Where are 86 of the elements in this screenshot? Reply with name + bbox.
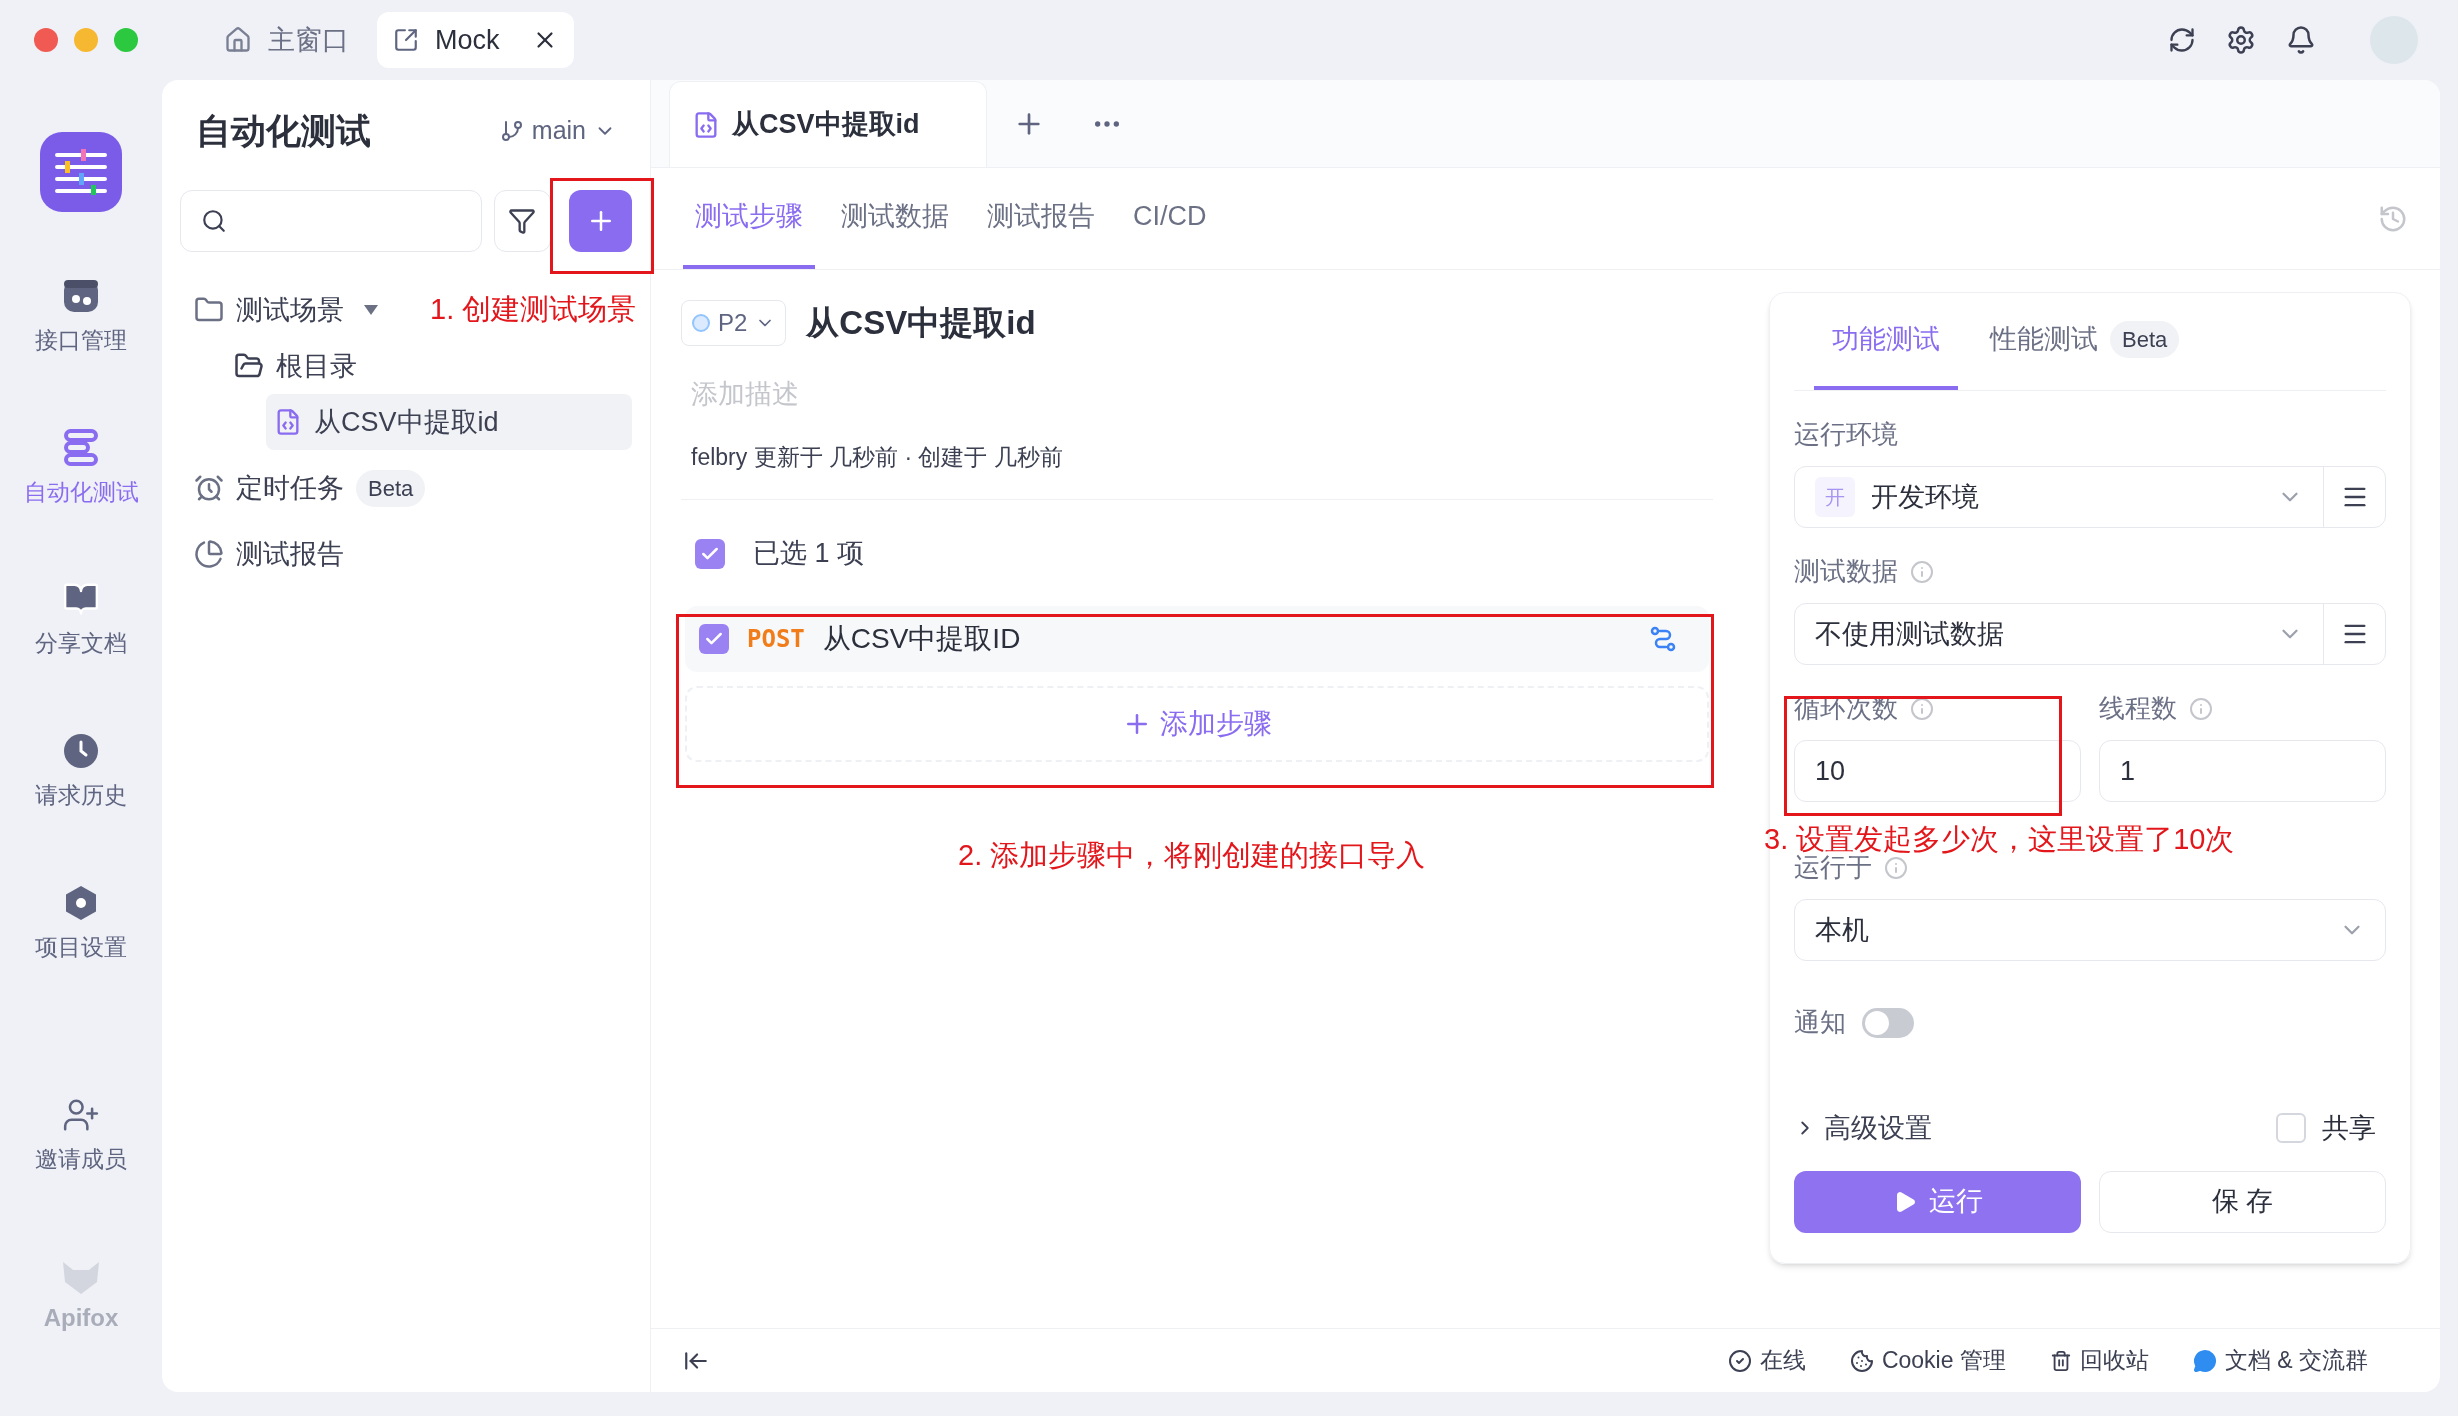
bell-icon[interactable]: [2286, 25, 2316, 55]
editor-tab[interactable]: 从CSV中提取id: [669, 81, 987, 167]
brand-logo-text: Apifox: [43, 1303, 119, 1333]
external-link-icon: [393, 27, 419, 53]
nav-rail-item[interactable]: 请求历史: [23, 696, 139, 848]
share-checkbox[interactable]: [2276, 1113, 2306, 1144]
settings-icon[interactable]: [2226, 25, 2256, 55]
tree-item[interactable]: 定时任务 Beta: [186, 460, 434, 516]
beta-tag: Beta: [2110, 321, 2180, 358]
field-label: 运行环境: [1794, 418, 1899, 451]
nav-rail-item[interactable]: 分享文档: [23, 544, 139, 696]
cookie-icon: [1849, 1348, 1874, 1373]
advanced-settings-toggle[interactable]: 高级设置: [1794, 1108, 1932, 1149]
check-circle-icon: [1727, 1348, 1752, 1373]
selection-count: 已选 1 项: [753, 537, 865, 571]
nav-rail-item[interactable]: 项目设置: [23, 848, 139, 1000]
window-tab[interactable]: Mock: [377, 12, 574, 68]
tree-item[interactable]: 测试场景: [186, 282, 386, 338]
run-button[interactable]: 运行: [1794, 1170, 2081, 1233]
close-window-button[interactable]: [34, 28, 58, 52]
meta-text: felbry 更新于 几秒前 · 创建于 几秒前: [691, 443, 1064, 472]
step-row[interactable]: POST 从CSV中提取ID: [685, 605, 1709, 672]
nav-rail-item[interactable]: 接口管理: [23, 240, 139, 392]
field-label: 运行于: [1794, 852, 1872, 884]
test-mode-tab[interactable]: 性能测试 Beta: [1972, 293, 2198, 390]
search-icon: [201, 208, 227, 234]
run-on-select[interactable]: 本机: [1794, 899, 2386, 961]
stacked-bars-icon: [61, 426, 101, 467]
tree-item-label: 测试场景: [236, 293, 344, 327]
scenario-title: 从CSV中提取id: [806, 303, 1036, 343]
notify-switch[interactable]: [1862, 1007, 1914, 1038]
project-title: 自动化测试: [196, 109, 371, 152]
search-field[interactable]: [180, 190, 482, 252]
nav-rail-item[interactable]: 邀请成员: [23, 1060, 139, 1212]
info-icon: [2189, 696, 2213, 721]
add-button[interactable]: [569, 190, 632, 252]
annotation-text: 3. 设置发起多少次，这里设置了10次: [1764, 822, 2235, 855]
status-bar-item[interactable]: Cookie 管理: [1849, 1343, 2006, 1378]
alarm-clock-icon: [194, 473, 224, 503]
step-name: 从CSV中提取ID: [822, 621, 1021, 656]
save-button[interactable]: 保 存: [2099, 1170, 2386, 1233]
number-field[interactable]: 1: [2099, 740, 2386, 802]
step-checkbox[interactable]: [699, 623, 729, 654]
sub-tab[interactable]: 测试数据: [829, 168, 961, 269]
pie-chart-icon: [194, 539, 224, 569]
link-icon[interactable]: [1649, 624, 1677, 653]
sub-tab[interactable]: CI/CD: [1121, 168, 1219, 269]
branch-icon: [499, 119, 524, 143]
priority-selector[interactable]: P2: [681, 299, 787, 346]
status-bar-item[interactable]: 回收站: [2049, 1343, 2149, 1378]
number-field[interactable]: 10: [1794, 740, 2081, 802]
add-step-button[interactable]: 添加步骤: [685, 685, 1709, 762]
test-mode-tab[interactable]: 功能测试: [1814, 293, 1958, 390]
sub-tab[interactable]: 测试报告: [975, 168, 1107, 269]
trash-icon: [2049, 1349, 2072, 1372]
filter-icon: [508, 207, 537, 235]
tree-item-label: 从CSV中提取id: [314, 405, 499, 439]
home-icon: [224, 26, 252, 54]
annotation-text: 2. 添加步骤中，将刚创建的接口导入: [958, 838, 1426, 873]
branch-selector[interactable]: main: [499, 112, 616, 150]
info-icon: [1884, 855, 1908, 880]
window-tab[interactable]: 主窗口: [208, 12, 365, 68]
field-label: 通知: [1794, 1006, 1846, 1039]
tree-item[interactable]: 根目录: [226, 338, 365, 394]
tree-item-label: 测试报告: [236, 537, 344, 571]
info-icon: [1910, 559, 1934, 584]
chat-bubble-icon: [2192, 1348, 2217, 1373]
status-bar-item[interactable]: 文档 & 交流群: [2192, 1343, 2368, 1378]
status-bar-item[interactable]: 在线: [1727, 1343, 1806, 1378]
tree-item-label: 根目录: [276, 349, 357, 383]
info-icon: [1910, 696, 1934, 721]
caret-icon[interactable]: [364, 305, 378, 315]
select-all-checkbox[interactable]: [695, 538, 725, 569]
refresh-icon[interactable]: [2168, 26, 2196, 54]
beta-tag: Beta: [356, 469, 426, 507]
field-label: 线程数: [2099, 692, 2177, 725]
share-label: 共享: [2322, 1112, 2376, 1145]
clock-icon: [62, 731, 100, 770]
http-method: POST: [747, 623, 805, 655]
field-label: 测试数据: [1794, 555, 1898, 588]
maximize-window-button[interactable]: [114, 28, 138, 52]
tree-item[interactable]: 从CSV中提取id: [266, 394, 632, 450]
sub-tab[interactable]: 测试步骤: [683, 168, 815, 269]
tree-item-label: 定时任务: [236, 471, 344, 505]
tree-item[interactable]: 测试报告: [186, 526, 352, 582]
annotation-text: 1. 创建测试场景: [430, 292, 637, 327]
